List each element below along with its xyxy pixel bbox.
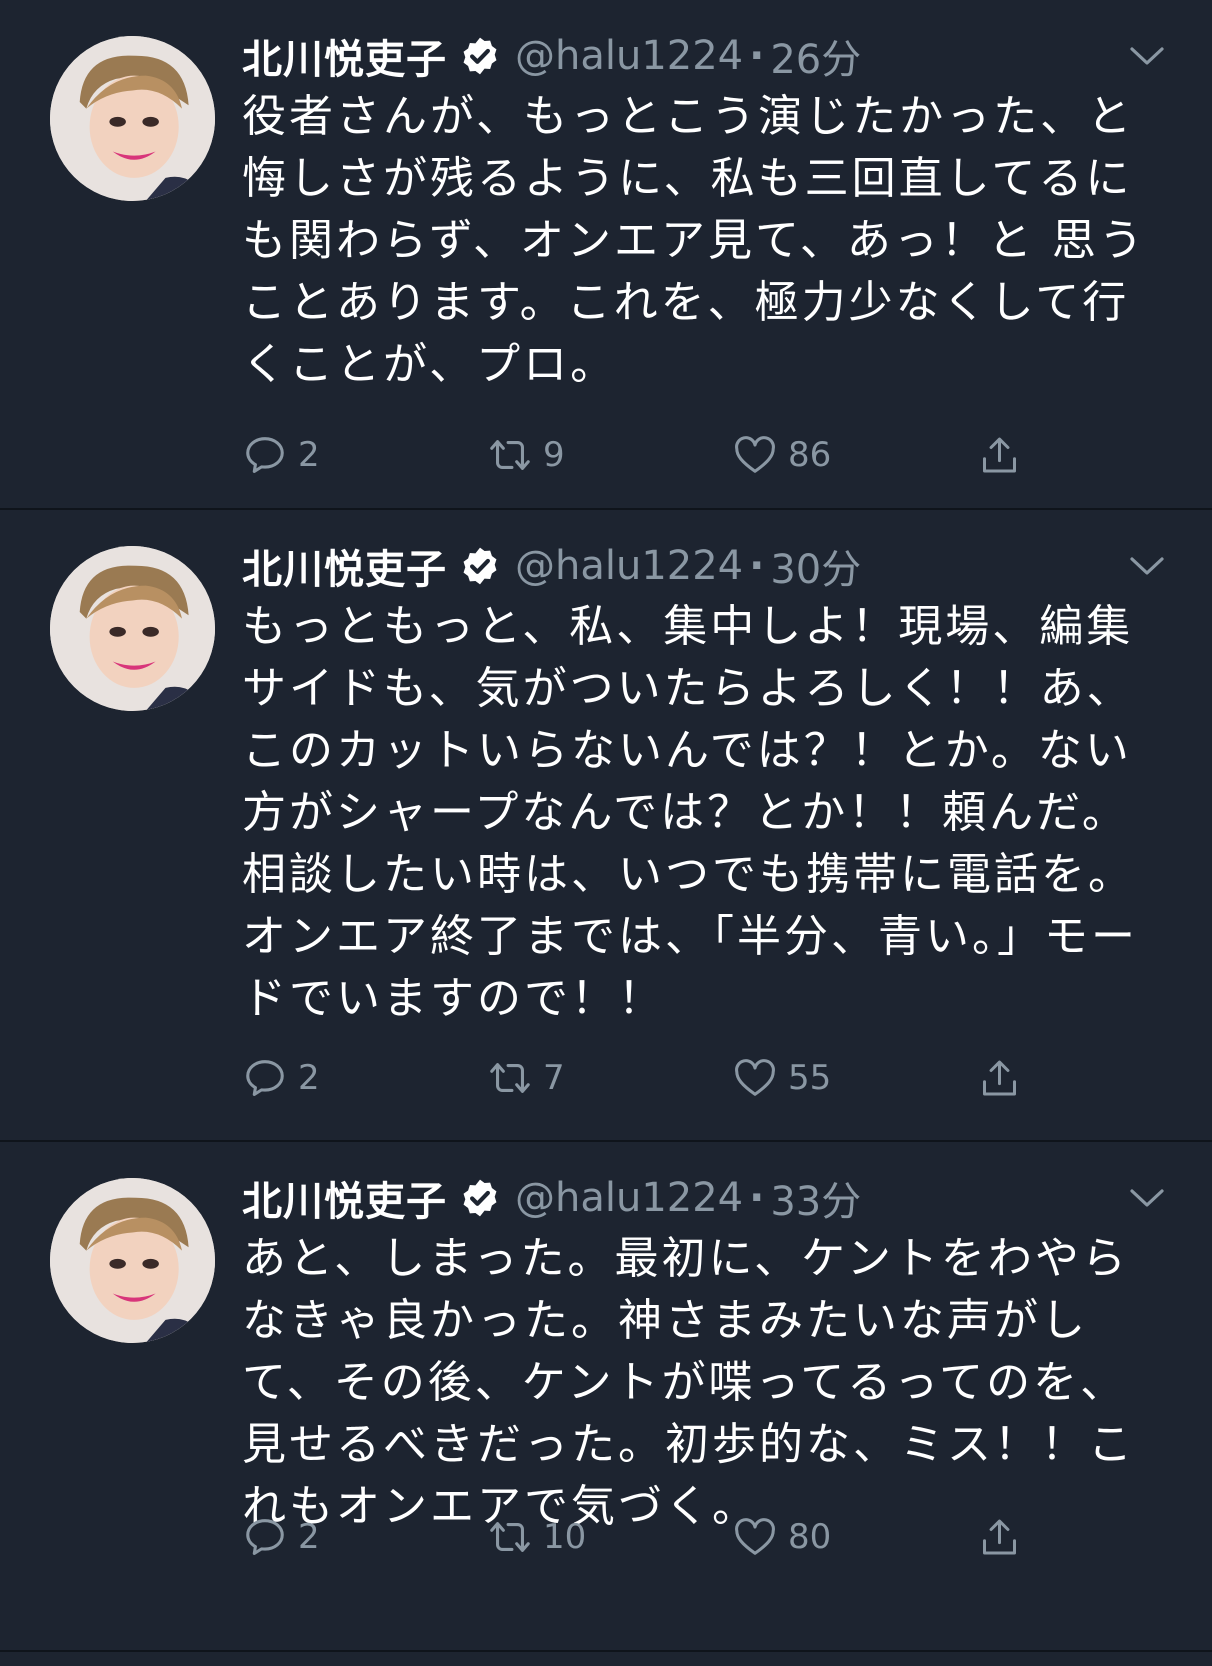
timestamp[interactable]: 30分	[770, 537, 861, 595]
timestamp[interactable]: 26分	[770, 27, 861, 85]
tweet-feed: 北川悦吏子 @halu1224 · 26分 役者さんが、もっとこう演じたかった、…	[0, 0, 1212, 1652]
timestamp[interactable]: 33分	[770, 1169, 861, 1227]
retweet-count: 9	[543, 435, 565, 475]
heart-icon	[735, 436, 775, 473]
separator-dot: ·	[749, 543, 765, 589]
share-button[interactable]	[977, 432, 1022, 478]
tweet-header: 北川悦吏子 @halu1224 · 30分	[242, 538, 1162, 594]
like-count: 86	[788, 435, 832, 475]
tweet-actions: 2 10 80	[242, 1512, 1022, 1562]
heart-icon	[735, 1059, 775, 1096]
reply-icon	[246, 1060, 284, 1097]
tweet-text: あと、しまった。最初に、ケントをわやらなきゃ良かった。神さまみたいな声がして、そ…	[242, 1233, 1135, 1532]
reply-button[interactable]: 2	[242, 1055, 487, 1101]
avatar[interactable]	[50, 1178, 215, 1343]
reply-count: 2	[298, 1517, 320, 1557]
separator-dot: ·	[749, 33, 765, 79]
like-count: 80	[788, 1517, 832, 1557]
handle[interactable]: @halu1224	[515, 33, 743, 79]
verified-icon	[459, 545, 501, 587]
reply-icon	[246, 1519, 284, 1556]
avatar[interactable]	[50, 546, 215, 711]
chevron-down-icon[interactable]	[1128, 42, 1166, 70]
tweet[interactable]: 北川悦吏子 @halu1224 · 26分 役者さんが、もっとこう演じたかった、…	[0, 0, 1212, 510]
retweet-button[interactable]: 9	[487, 432, 732, 478]
tweet-header: 北川悦吏子 @halu1224 · 33分	[242, 1170, 1162, 1226]
reply-icon	[246, 437, 284, 474]
tweet[interactable]: 北川悦吏子 @halu1224 · 33分 あと、しまった。最初に、ケントをわや…	[0, 1142, 1212, 1652]
retweet-count: 7	[543, 1058, 565, 1098]
reply-count: 2	[298, 435, 320, 475]
share-button[interactable]	[977, 1514, 1022, 1560]
share-button[interactable]	[977, 1055, 1022, 1101]
like-count: 55	[788, 1058, 832, 1098]
like-button[interactable]: 80	[732, 1514, 977, 1560]
display-name[interactable]: 北川悦吏子	[242, 1169, 447, 1227]
reply-button[interactable]: 2	[242, 1514, 487, 1560]
retweet-count: 10	[543, 1517, 587, 1557]
retweet-icon	[490, 440, 530, 470]
chevron-down-icon[interactable]	[1128, 1184, 1166, 1212]
retweet-button[interactable]: 7	[487, 1055, 732, 1101]
tweet[interactable]: 北川悦吏子 @halu1224 · 30分 もっともっと、私、集中しよ！現場、編…	[0, 510, 1212, 1142]
tweet-body: 北川悦吏子 @halu1224 · 33分 あと、しまった。最初に、ケントをわや…	[242, 1170, 1164, 1538]
retweet-button[interactable]: 10	[487, 1514, 732, 1560]
reply-count: 2	[298, 1058, 320, 1098]
tweet-actions: 2 7 55	[242, 1053, 1022, 1103]
like-button[interactable]: 55	[732, 1055, 977, 1101]
avatar[interactable]	[50, 36, 215, 201]
tweet-body: 北川悦吏子 @halu1224 · 30分 もっともっと、私、集中しよ！現場、編…	[242, 538, 1164, 1030]
verified-icon	[459, 35, 501, 77]
chevron-down-icon[interactable]	[1128, 552, 1166, 580]
heart-icon	[735, 1518, 775, 1555]
retweet-icon	[490, 1063, 530, 1093]
reply-button[interactable]: 2	[242, 432, 487, 478]
tweet-text: 役者さんが、もっとこう演じたかった、と悔しさが残るように、私も三回直してるにも関…	[242, 91, 1146, 390]
tweet-header: 北川悦吏子 @halu1224 · 26分	[242, 28, 1162, 84]
handle[interactable]: @halu1224	[515, 543, 743, 589]
separator-dot: ·	[749, 1175, 765, 1221]
display-name[interactable]: 北川悦吏子	[242, 27, 447, 85]
like-button[interactable]: 86	[732, 432, 977, 478]
retweet-icon	[490, 1522, 530, 1552]
share-icon	[983, 1060, 1016, 1096]
share-icon	[983, 437, 1016, 473]
tweet-body: 北川悦吏子 @halu1224 · 26分 役者さんが、もっとこう演じたかった、…	[242, 28, 1164, 396]
verified-icon	[459, 1177, 501, 1219]
handle[interactable]: @halu1224	[515, 1175, 743, 1221]
tweet-text: もっともっと、私、集中しよ！現場、編集サイドも、気がついたらよろしく！！あ、この…	[242, 601, 1138, 1024]
tweet-actions: 2 9 86	[242, 430, 1022, 480]
share-icon	[983, 1519, 1016, 1555]
display-name[interactable]: 北川悦吏子	[242, 537, 447, 595]
